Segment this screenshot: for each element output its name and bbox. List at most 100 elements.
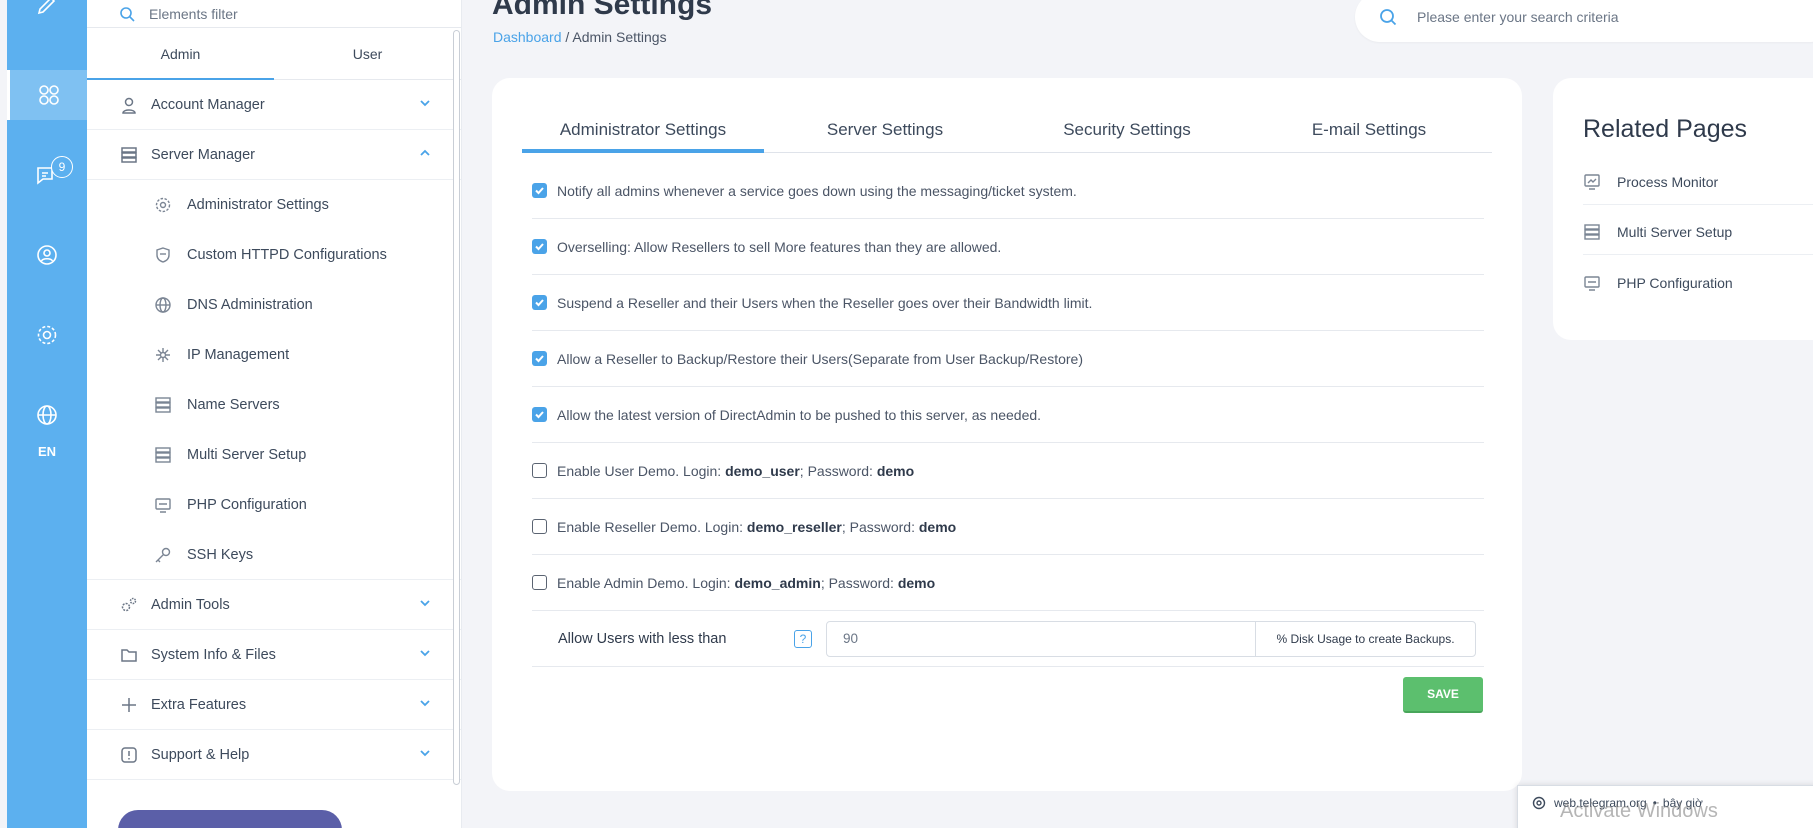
messages-icon[interactable]: 9	[7, 150, 87, 200]
sidebar-subitem-ip-management[interactable]: IP Management	[87, 330, 461, 380]
alert-icon	[119, 745, 139, 765]
sidebar-subitem-label: Custom HTTPD Configurations	[187, 247, 387, 263]
folder-icon	[119, 645, 139, 665]
settings-card: Administrator Settings Server Settings S…	[492, 78, 1522, 791]
demo-prefix: Enable Reseller Demo. Login:	[557, 518, 747, 535]
sidebar-subitem-multi-server-setup[interactable]: Multi Server Setup	[87, 430, 461, 480]
shield-icon	[153, 245, 173, 265]
tab-email-settings[interactable]: E-mail Settings	[1248, 108, 1490, 152]
sidebar-item-label: Admin Tools	[151, 596, 230, 613]
sidebar-item-server-manager[interactable]: Server Manager	[87, 130, 461, 180]
save-button[interactable]: SAVE	[1403, 677, 1483, 713]
setting-row: Allow a Reseller to Backup/Restore their…	[532, 331, 1484, 387]
related-link-php-configuration[interactable]: PHP Configuration	[1583, 271, 1733, 295]
network-icon	[153, 345, 173, 365]
setting-checkbox[interactable]	[532, 295, 547, 310]
setting-label: Allow a Reseller to Backup/Restore their…	[557, 350, 1083, 367]
sidebar-subitem-label: IP Management	[187, 347, 290, 363]
demo-checkbox[interactable]	[532, 575, 547, 590]
backup-threshold-row: Allow Users with less than ? 90 % Disk U…	[532, 611, 1484, 667]
role-tabs: Admin User	[87, 28, 461, 80]
key-icon	[153, 545, 173, 565]
globe-icon[interactable]	[7, 390, 87, 440]
related-pages-title: Related Pages	[1583, 115, 1748, 143]
gears-icon	[119, 595, 139, 615]
sidebar-subitem-name-servers[interactable]: Name Servers	[87, 380, 461, 430]
related-link-label: Process Monitor	[1617, 174, 1719, 190]
settings-tabs: Administrator Settings Server Settings S…	[522, 108, 1492, 153]
tab-administrator-settings[interactable]: Administrator Settings	[522, 108, 764, 153]
breadcrumb-separator: /	[561, 29, 573, 45]
sidebar-subitem-label: Multi Server Setup	[187, 447, 307, 463]
demo-login: demo_reseller	[746, 518, 842, 535]
chrome-icon	[1532, 796, 1546, 810]
setting-row: Notify all admins whenever a service goe…	[532, 163, 1484, 219]
backup-threshold-label: Allow Users with less than	[558, 630, 727, 647]
user-icon[interactable]	[7, 230, 87, 280]
sidebar-item-account-manager[interactable]: Account Manager	[87, 80, 461, 130]
breadcrumb-dashboard-link[interactable]: Dashboard	[493, 29, 562, 45]
demo-checkbox[interactable]	[532, 463, 547, 478]
tab-user[interactable]: User	[274, 28, 461, 79]
demo-login: demo_admin	[734, 574, 821, 591]
related-link-multi-server[interactable]: Multi Server Setup	[1583, 220, 1732, 244]
gear-icon	[153, 195, 173, 215]
language-switcher[interactable]: EN	[7, 444, 87, 459]
setting-label: Suspend a Reseller and their Users when …	[557, 294, 1093, 311]
sidebar-subitem-label: PHP Configuration	[187, 497, 307, 513]
search-icon	[1380, 9, 1397, 26]
edit-icon[interactable]	[7, 0, 87, 30]
servers-icon	[1583, 223, 1603, 241]
sidebar-bottom-button[interactable]	[118, 810, 342, 828]
backup-threshold-suffix: % Disk Usage to create Backups.	[1255, 621, 1475, 656]
sidebar-item-admin-tools[interactable]: Admin Tools	[87, 580, 461, 630]
backup-threshold-input[interactable]: 90	[827, 622, 1255, 656]
demo-row-user: Enable User Demo. Login: demo_user; Pass…	[532, 443, 1484, 499]
settings-icon[interactable]	[7, 310, 87, 360]
help-icon[interactable]: ?	[794, 629, 812, 648]
sidebar-subitem-ssh-keys[interactable]: SSH Keys	[87, 530, 461, 580]
setting-row: Allow the latest version of DirectAdmin …	[532, 387, 1484, 443]
setting-row: Suspend a Reseller and their Users when …	[532, 275, 1484, 331]
tab-security-settings[interactable]: Security Settings	[1006, 108, 1248, 152]
global-search[interactable]: Please enter your search criteria	[1355, 0, 1813, 42]
tab-admin[interactable]: Admin	[87, 28, 274, 80]
setting-checkbox[interactable]	[532, 407, 547, 422]
dashboard-icon[interactable]	[7, 70, 87, 120]
search-icon	[120, 6, 135, 22]
backup-threshold-field: 90 % Disk Usage to create Backups.	[826, 620, 1476, 657]
setting-checkbox[interactable]	[532, 239, 547, 254]
setting-checkbox[interactable]	[532, 351, 547, 366]
sidebar-subitem-administrator-settings[interactable]: Administrator Settings	[87, 180, 461, 230]
demo-password: demo	[897, 574, 936, 591]
setting-checkbox[interactable]	[532, 183, 547, 198]
chevron-down-icon	[419, 647, 431, 663]
demo-row-admin: Enable Admin Demo. Login: demo_admin; Pa…	[532, 555, 1484, 611]
sidebar-subitem-php-configuration[interactable]: PHP Configuration	[87, 480, 461, 530]
elements-filter[interactable]: Elements filter	[87, 0, 461, 28]
demo-mid: ; Password:	[820, 574, 898, 591]
related-link-process-monitor[interactable]: Process Monitor	[1583, 170, 1718, 194]
plus-icon	[119, 695, 139, 715]
sidebar: Elements filter Admin User Account Manag…	[87, 0, 462, 828]
icon-rail: 9 EN	[7, 0, 87, 828]
sidebar-subitem-custom-httpd[interactable]: Custom HTTPD Configurations	[87, 230, 461, 280]
php-icon	[1583, 274, 1603, 292]
demo-checkbox[interactable]	[532, 519, 547, 534]
breadcrumb: Dashboard / Admin Settings	[493, 29, 667, 45]
sidebar-item-label: Support & Help	[151, 746, 250, 763]
sidebar-item-extra-features[interactable]: Extra Features	[87, 680, 461, 730]
setting-row: Overselling: Allow Resellers to sell Mor…	[532, 219, 1484, 275]
demo-label: Enable User Demo. Login: demo_user; Pass…	[557, 463, 914, 479]
demo-label: Enable Admin Demo. Login: demo_admin; Pa…	[557, 575, 935, 591]
divider	[1583, 254, 1813, 255]
activate-windows-watermark: Activate Windows	[1560, 800, 1718, 822]
servers-icon	[153, 445, 173, 465]
sidebar-subitem-dns-administration[interactable]: DNS Administration	[87, 280, 461, 330]
demo-label: Enable Reseller Demo. Login: demo_resell…	[557, 519, 956, 535]
sidebar-item-system-info[interactable]: System Info & Files	[87, 630, 461, 680]
sidebar-item-support-help[interactable]: Support & Help	[87, 730, 461, 780]
tab-server-settings[interactable]: Server Settings	[764, 108, 1006, 152]
setting-label: Allow the latest version of DirectAdmin …	[557, 406, 1042, 423]
sidebar-scrollbar[interactable]	[453, 30, 460, 785]
